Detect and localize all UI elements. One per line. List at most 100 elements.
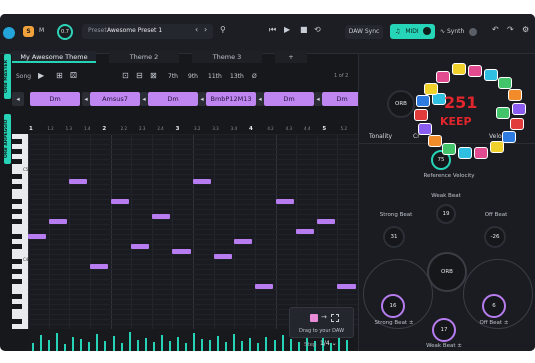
velocity-bar[interactable]: [297, 342, 300, 351]
velocity-bar[interactable]: [120, 343, 123, 351]
black-key[interactable]: [12, 139, 22, 144]
dice-icon[interactable]: ⚄: [70, 71, 77, 80]
black-key[interactable]: [12, 259, 22, 264]
tab-theme-2[interactable]: Theme 2: [109, 51, 179, 63]
velocity-bar[interactable]: [112, 336, 115, 351]
tab-add-button[interactable]: +: [275, 51, 307, 63]
velocity-bar[interactable]: [128, 332, 131, 351]
settings-icon[interactable]: ⚙: [522, 25, 529, 34]
midi-note[interactable]: [234, 239, 253, 244]
black-key[interactable]: [12, 234, 22, 239]
orb-center-button[interactable]: ORB: [427, 252, 467, 292]
orb-arpeggio-label[interactable]: ORB ARPEGGIO: [4, 114, 11, 164]
step-select[interactable]: 1/4 ⌄: [320, 340, 348, 349]
midi-note[interactable]: [172, 249, 191, 254]
weak-beat-range-knob[interactable]: 17: [432, 318, 456, 342]
black-key[interactable]: [12, 149, 22, 154]
black-key[interactable]: [12, 219, 22, 224]
velocity-bar[interactable]: [32, 343, 34, 351]
scale-icon[interactable]: ⊡: [122, 71, 129, 80]
midi-note[interactable]: [296, 229, 315, 234]
black-key[interactable]: [12, 269, 22, 274]
velocity-bar[interactable]: [184, 343, 187, 351]
song-play-icon[interactable]: ▶: [38, 71, 44, 80]
stop-icon[interactable]: ■: [300, 25, 308, 34]
velocity-bar[interactable]: [257, 343, 260, 351]
chord-menu-button[interactable]: ◂: [314, 92, 322, 106]
orb-master-label[interactable]: ORB MASTER: [4, 54, 11, 99]
preset-next-icon[interactable]: ›: [204, 25, 207, 34]
chord-slot[interactable]: Amsus7: [90, 92, 140, 106]
tab-tonality[interactable]: Tonality: [369, 133, 392, 140]
preset-prev-icon[interactable]: ‹: [195, 25, 198, 34]
velocity-bar[interactable]: [160, 335, 163, 351]
velocity-bar[interactable]: [48, 340, 51, 351]
velocity-bar[interactable]: [136, 340, 139, 351]
strong-beat-knob[interactable]: 31: [383, 226, 405, 248]
strong-beat-range-knob[interactable]: 16: [381, 294, 405, 318]
play-icon[interactable]: ▶: [284, 25, 290, 34]
black-key[interactable]: [12, 209, 22, 214]
midi-toggle-button[interactable]: ♫ MIDI: [390, 24, 435, 39]
piano-keys[interactable]: C5 C4: [12, 134, 28, 329]
velocity-bar[interactable]: [96, 334, 99, 351]
redo-icon[interactable]: ↷: [507, 25, 514, 34]
velocity-bar[interactable]: [249, 338, 252, 351]
ext-9th-button[interactable]: 9th: [188, 73, 198, 80]
velocity-bar[interactable]: [80, 339, 83, 351]
chord-menu-button[interactable]: ◂: [140, 92, 148, 106]
velocity-bar[interactable]: [217, 336, 220, 351]
undo-icon[interactable]: ↶: [492, 25, 499, 34]
master-knob[interactable]: 0.7: [57, 24, 73, 40]
loop-icon[interactable]: ⟲: [314, 25, 321, 34]
velocity-bar[interactable]: [209, 340, 212, 351]
midi-note[interactable]: [151, 214, 170, 219]
off-beat-knob[interactable]: -26: [484, 226, 506, 248]
chord-menu-button[interactable]: ◂: [256, 92, 264, 106]
off-beat-range-knob[interactable]: 6: [482, 294, 506, 318]
velocity-bar[interactable]: [273, 340, 276, 351]
velocity-bar[interactable]: [201, 339, 204, 351]
chord-menu-button[interactable]: ◂: [82, 92, 90, 106]
velocity-bar[interactable]: [40, 335, 43, 351]
orb-top-knob[interactable]: ORB: [387, 90, 415, 118]
chord-slot[interactable]: Dm: [30, 92, 80, 106]
chord-icon[interactable]: ⊠: [150, 71, 157, 80]
black-key[interactable]: [12, 244, 22, 249]
midi-note[interactable]: [110, 199, 129, 204]
chord-prev-button[interactable]: ◂: [12, 92, 24, 106]
velocity-bar[interactable]: [64, 344, 67, 351]
midi-note[interactable]: [48, 219, 67, 224]
chord-slot[interactable]: BmbP12M13: [206, 92, 256, 106]
midi-note[interactable]: [89, 264, 109, 269]
piano-icon[interactable]: ⊞: [56, 71, 63, 80]
midi-note[interactable]: [275, 199, 294, 204]
black-key[interactable]: [12, 174, 22, 179]
chord-slot[interactable]: Dm: [322, 92, 362, 106]
link-icon[interactable]: ⚲: [220, 25, 226, 34]
timeline-ruler[interactable]: 1 1.2 1.3 1.4 2 2.2 2.3 2.4 3 3.2 3.3 3.4 4 4.2 4.3 4.4…: [29, 126, 359, 134]
midi-note[interactable]: [193, 179, 212, 184]
black-key[interactable]: [12, 184, 22, 189]
solo-button[interactable]: S: [23, 26, 34, 37]
black-key[interactable]: [12, 159, 22, 164]
drag-to-daw-box[interactable]: → Drag to your DAW: [289, 307, 354, 338]
mute-button[interactable]: M: [39, 27, 44, 34]
black-key[interactable]: [12, 304, 22, 309]
ext-none-button[interactable]: Ø: [252, 73, 257, 80]
piano-roll-grid[interactable]: [28, 134, 358, 329]
midi-note[interactable]: [254, 284, 274, 289]
chord-slot[interactable]: Dm: [264, 92, 314, 106]
midi-note[interactable]: [69, 179, 88, 184]
velocity-bar[interactable]: [168, 341, 171, 351]
daw-sync-button[interactable]: DAW Sync: [345, 25, 383, 39]
velocity-bar[interactable]: [56, 333, 59, 351]
chord-menu-button[interactable]: ◂: [198, 92, 206, 106]
ext-11th-button[interactable]: 11th: [208, 73, 222, 80]
velocity-bar[interactable]: [233, 334, 236, 351]
skip-back-icon[interactable]: ⏮: [269, 25, 276, 35]
velocity-bar[interactable]: [152, 342, 155, 351]
midi-note[interactable]: [213, 254, 232, 259]
tab-theme-3[interactable]: Theme 3: [192, 51, 262, 63]
ext-7th-button[interactable]: 7th: [168, 73, 178, 80]
